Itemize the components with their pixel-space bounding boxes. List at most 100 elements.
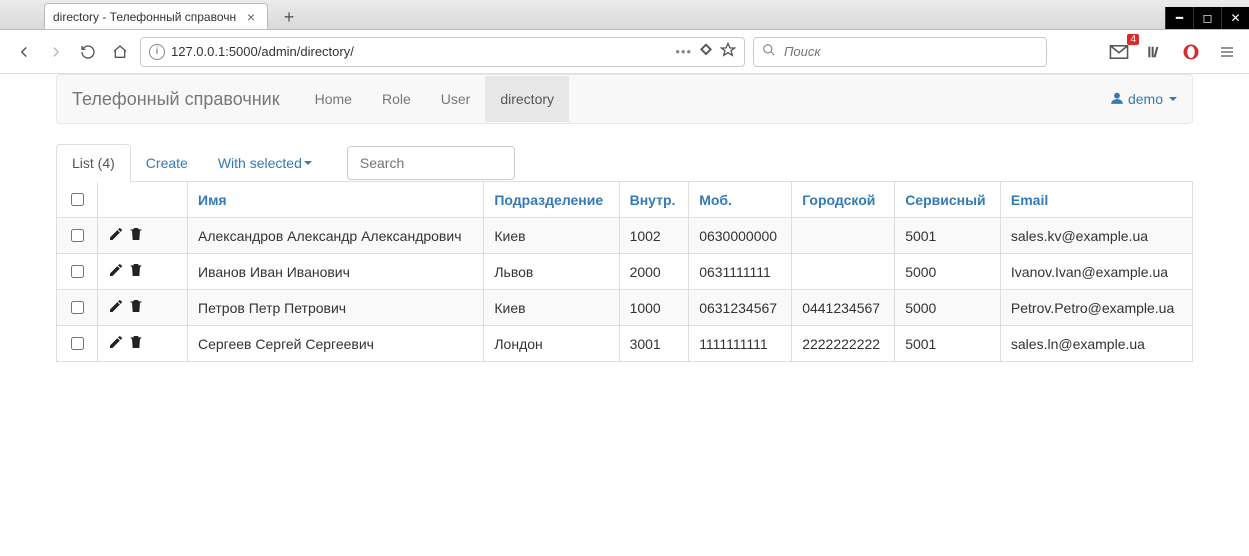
cell-ext: 1002 — [619, 218, 689, 254]
user-menu[interactable]: demo — [1110, 91, 1177, 108]
nav-link-role[interactable]: Role — [367, 76, 426, 122]
row-actions-cell — [98, 254, 188, 290]
cell-service: 5001 — [895, 218, 1001, 254]
tab-close-icon[interactable]: × — [243, 9, 259, 25]
table-row: Сергеев Сергей СергеевичЛондон3001111111… — [57, 326, 1193, 362]
cell-mobile: 0631234567 — [689, 290, 792, 326]
row-actions-cell — [98, 290, 188, 326]
delete-icon[interactable] — [128, 334, 144, 350]
browser-titlebar: directory - Телефонный справочн × + ━ ◻ … — [0, 0, 1249, 30]
home-button[interactable] — [108, 40, 132, 64]
reload-button[interactable] — [76, 40, 100, 64]
edit-icon[interactable] — [108, 298, 124, 314]
window-close-button[interactable]: ✕ — [1221, 7, 1249, 29]
row-select-checkbox[interactable] — [71, 301, 84, 314]
cell-ext: 3001 — [619, 326, 689, 362]
with-selected-label: With selected — [218, 155, 302, 171]
cell-email: Ivanov.Ivan@example.ua — [1000, 254, 1192, 290]
delete-icon[interactable] — [128, 226, 144, 242]
url-bar[interactable]: i 127.0.0.1:5000/admin/directory/ ••• — [140, 37, 745, 67]
edit-icon[interactable] — [108, 226, 124, 242]
table-row: Александров Александр АлександровичКиев1… — [57, 218, 1193, 254]
col-city[interactable]: Городской — [792, 182, 895, 218]
col-name[interactable]: Имя — [188, 182, 484, 218]
row-select-checkbox[interactable] — [71, 265, 84, 278]
delete-icon[interactable] — [128, 262, 144, 278]
tab-list[interactable]: List (4) — [56, 144, 131, 182]
col-email[interactable]: Email — [1000, 182, 1192, 218]
window-minimize-button[interactable]: ━ — [1165, 7, 1193, 29]
back-button[interactable] — [12, 40, 36, 64]
row-select-cell — [57, 254, 98, 290]
table-header-row: Имя Подразделение Внутр. Моб. Городской … — [57, 182, 1193, 218]
row-select-cell — [57, 218, 98, 254]
table-search-input[interactable] — [347, 146, 515, 180]
select-all-checkbox[interactable] — [71, 193, 84, 206]
search-icon — [762, 43, 776, 60]
nav-link-directory[interactable]: directory — [485, 76, 569, 122]
cell-dept: Киев — [484, 290, 619, 326]
cell-email: sales.kv@example.ua — [1000, 218, 1192, 254]
app-brand[interactable]: Телефонный справочник — [72, 89, 280, 110]
caret-down-icon — [1169, 97, 1177, 101]
nav-link-home[interactable]: Home — [300, 76, 367, 122]
nav-link-user[interactable]: User — [426, 76, 486, 122]
opera-icon[interactable] — [1179, 40, 1203, 64]
new-tab-button[interactable]: + — [274, 5, 304, 29]
browser-tab-active[interactable]: directory - Телефонный справочн × — [44, 3, 268, 29]
library-icon[interactable] — [1143, 40, 1167, 64]
row-select-checkbox[interactable] — [71, 337, 84, 350]
menu-icon[interactable] — [1215, 40, 1239, 64]
col-mobile[interactable]: Моб. — [689, 182, 792, 218]
window-controls: ━ ◻ ✕ — [1165, 7, 1249, 29]
cell-dept: Львов — [484, 254, 619, 290]
actions-header — [98, 182, 188, 218]
cell-dept: Лондон — [484, 326, 619, 362]
cell-ext: 2000 — [619, 254, 689, 290]
reader-icon[interactable] — [698, 42, 714, 61]
cell-city — [792, 254, 895, 290]
row-select-checkbox[interactable] — [71, 229, 84, 242]
cell-service: 5000 — [895, 290, 1001, 326]
create-link[interactable]: Create — [131, 145, 203, 181]
cell-service: 5000 — [895, 254, 1001, 290]
caret-down-icon — [304, 161, 312, 165]
mail-badge: 4 — [1127, 34, 1139, 45]
cell-city: 2222222222 — [792, 326, 895, 362]
more-icon[interactable]: ••• — [675, 44, 692, 59]
table-row: Петров Петр ПетровичКиев1000063123456704… — [57, 290, 1193, 326]
site-info-icon[interactable]: i — [149, 44, 165, 60]
bookmark-star-icon[interactable] — [720, 42, 736, 61]
col-ext[interactable]: Внутр. — [619, 182, 689, 218]
col-service[interactable]: Сервисный — [895, 182, 1001, 218]
cell-city — [792, 218, 895, 254]
mail-icon[interactable]: 4 — [1107, 40, 1131, 64]
browser-search-bar[interactable] — [753, 37, 1047, 67]
forward-button[interactable] — [44, 40, 68, 64]
user-icon — [1110, 91, 1124, 108]
edit-icon[interactable] — [108, 262, 124, 278]
row-select-cell — [57, 290, 98, 326]
cell-name: Иванов Иван Иванович — [188, 254, 484, 290]
table-row: Иванов Иван ИвановичЛьвов20000631111111 5… — [57, 254, 1193, 290]
cell-service: 5001 — [895, 326, 1001, 362]
cell-dept: Киев — [484, 218, 619, 254]
col-dept[interactable]: Подразделение — [484, 182, 619, 218]
cell-email: Petrov.Petro@example.ua — [1000, 290, 1192, 326]
browser-tab-title: directory - Телефонный справочн — [53, 10, 243, 24]
browser-search-input[interactable] — [782, 43, 1038, 60]
user-name: demo — [1128, 91, 1163, 107]
cell-ext: 1000 — [619, 290, 689, 326]
edit-icon[interactable] — [108, 334, 124, 350]
cell-mobile: 0631111111 — [689, 254, 792, 290]
app-navbar: Телефонный справочник HomeRoleUserdirect… — [56, 74, 1193, 124]
browser-toolbar: i 127.0.0.1:5000/admin/directory/ ••• 4 — [0, 30, 1249, 74]
delete-icon[interactable] — [128, 298, 144, 314]
with-selected-dropdown[interactable]: With selected — [203, 145, 327, 181]
data-table: Имя Подразделение Внутр. Моб. Городской … — [56, 181, 1193, 362]
list-actions: List (4) Create With selected — [56, 144, 1193, 182]
cell-mobile: 0630000000 — [689, 218, 792, 254]
cell-city: 0441234567 — [792, 290, 895, 326]
row-actions-cell — [98, 218, 188, 254]
window-maximize-button[interactable]: ◻ — [1193, 7, 1221, 29]
